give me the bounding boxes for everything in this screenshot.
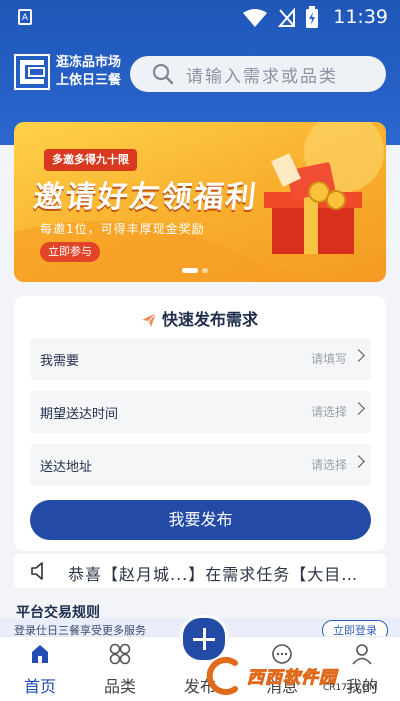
- announcement-text: 恭喜【赵月城...】在需求任务【大目…: [68, 565, 359, 584]
- brand-line-2: 上依日三餐: [56, 73, 122, 88]
- search-input[interactable]: 请输入需求或品类: [186, 62, 338, 87]
- quick-publish-title: 快速发布需求: [14, 306, 386, 330]
- search-bar[interactable]: 请输入需求或品类: [130, 56, 386, 92]
- announcement-ticker[interactable]: 恭喜【赵月城...】在需求任务【大目…: [14, 554, 386, 588]
- status-bar: A 11:39: [0, 0, 400, 36]
- delivery-address-field[interactable]: 送达地址 请选择: [30, 444, 371, 486]
- delivery-time-label: 期望送达时间: [40, 407, 119, 422]
- chevron-right-icon: [352, 455, 365, 468]
- clock: 11:39: [333, 6, 388, 28]
- brand-line-1: 逛冻品市场: [56, 55, 122, 70]
- chevron-right-icon: [352, 349, 365, 362]
- delivery-time-field[interactable]: 期望送达时间 请选择: [30, 391, 371, 433]
- battery-icon: [306, 6, 318, 28]
- publish-fab[interactable]: [180, 615, 228, 663]
- promo-headline: 邀请好友领福利: [31, 180, 260, 215]
- delivery-time-select[interactable]: 请选择: [311, 403, 347, 420]
- watermark-logo-icon: [206, 657, 238, 695]
- carousel-indicator: [182, 260, 212, 279]
- promo-tag: 多邀多得九十限: [44, 149, 137, 171]
- need-input[interactable]: 请填写: [311, 350, 347, 367]
- search-icon: [152, 63, 174, 85]
- promo-join-button[interactable]: 立即参与: [40, 242, 100, 262]
- quick-publish-card: 快速发布需求 我需要 请填写 期望送达时间 请选择 送达地址 请选择 我要发布: [14, 296, 386, 551]
- send-icon: [141, 313, 156, 327]
- nav-home-label: 首页: [23, 677, 56, 696]
- notification-icon: A: [18, 9, 32, 25]
- grid-icon: [109, 643, 131, 665]
- section-title: 平台交易规则: [16, 605, 100, 618]
- need-field[interactable]: 我需要 请填写: [30, 338, 371, 380]
- speaker-icon: [31, 562, 43, 580]
- brand-slogan: 逛冻品市场 上依日三餐: [56, 54, 121, 90]
- promo-subtitle: 每邀1位，可得丰厚现金奖励: [40, 222, 205, 236]
- watermark: 西西软件园 CR173.COM: [205, 657, 395, 695]
- no-signal-icon: [278, 8, 295, 27]
- nav-category[interactable]: 品类: [90, 643, 150, 696]
- wifi-icon: [243, 9, 267, 27]
- brand-logo-icon[interactable]: [14, 54, 50, 90]
- promo-banner[interactable]: 多邀多得九十限 邀请好友领福利 每邀1位，可得丰厚现金奖励 立即参与: [14, 122, 386, 282]
- need-label: 我需要: [40, 354, 80, 369]
- carousel-dot[interactable]: [202, 268, 208, 273]
- delivery-address-label: 送达地址: [40, 460, 93, 475]
- nav-category-label: 品类: [103, 677, 136, 696]
- carousel-dot-active[interactable]: [182, 268, 198, 273]
- home-icon: [32, 645, 48, 663]
- nav-home[interactable]: 首页: [10, 643, 70, 696]
- chevron-right-icon: [352, 402, 365, 415]
- watermark-url: CR173.COM: [323, 683, 377, 693]
- delivery-address-select[interactable]: 请选择: [311, 456, 347, 473]
- publish-button[interactable]: 我要发布: [30, 500, 371, 540]
